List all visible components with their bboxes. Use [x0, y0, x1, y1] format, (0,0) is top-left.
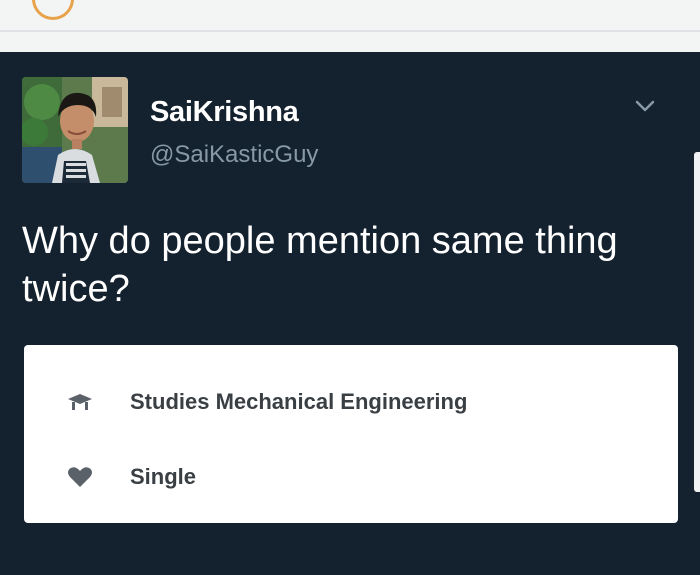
graduation-cap-icon	[66, 390, 94, 414]
scrollbar[interactable]	[694, 152, 700, 492]
avatar[interactable]	[22, 77, 128, 183]
tweet-card[interactable]: SaiKrishna @SaiKasticGuy Why do people m…	[0, 52, 700, 575]
orange-logo-arc	[23, 0, 83, 29]
list-item: Studies Mechanical Engineering	[66, 387, 467, 417]
avatar-photo	[22, 77, 128, 183]
heart-icon	[66, 465, 94, 489]
list-item: Single	[66, 462, 196, 492]
relationship-label: Single	[130, 464, 197, 489]
user-handle[interactable]: @SaiKasticGuy	[150, 141, 318, 169]
top-app-bar	[0, 0, 700, 52]
tweet-text: Why do people mention same thing twice?	[22, 220, 618, 310]
display-name[interactable]: SaiKrishna	[150, 96, 299, 129]
top-divider	[0, 30, 700, 32]
profile-card: Studies Mechanical Engineering Single	[24, 345, 678, 523]
education-label: Studies Mechanical Engineering	[130, 389, 468, 414]
chevron-down-icon[interactable]	[633, 96, 657, 116]
